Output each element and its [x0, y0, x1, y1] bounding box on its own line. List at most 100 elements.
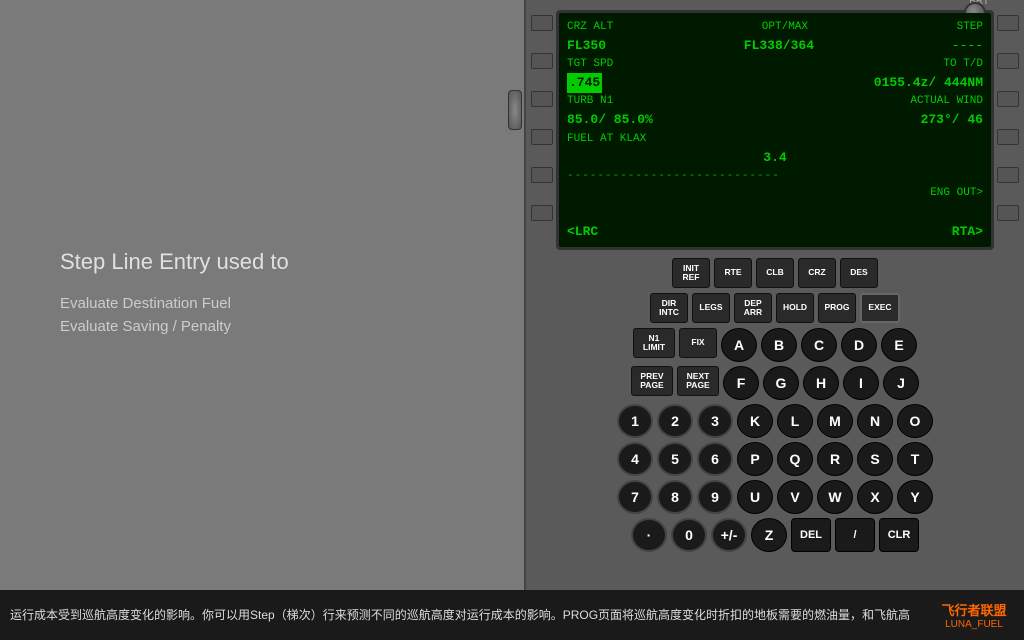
key-u[interactable]: U: [737, 480, 773, 514]
key-6[interactable]: 6: [697, 442, 733, 476]
key-row-456-p: 4 5 6 P Q R S T: [541, 442, 1009, 476]
key-dot[interactable]: ·: [631, 518, 667, 552]
left-side-knob[interactable]: [508, 90, 522, 130]
key-p[interactable]: P: [737, 442, 773, 476]
fix-button[interactable]: FIX: [679, 328, 717, 358]
clr-button[interactable]: CLR: [879, 518, 919, 552]
screen-line-11: [567, 202, 983, 222]
key-7[interactable]: 7: [617, 480, 653, 514]
screen-line-5: TURB N1 ACTUAL WIND: [567, 93, 983, 110]
des-button[interactable]: DES: [840, 258, 878, 288]
step-line-title: Step Line Entry used to: [60, 249, 460, 275]
lsk-l1[interactable]: [531, 15, 553, 31]
key-w[interactable]: W: [817, 480, 853, 514]
key-a[interactable]: A: [721, 328, 757, 362]
fmc-screen: CRZ ALT OPT/MAX STEP FL350 FL338/364 ---…: [559, 13, 991, 247]
key-m[interactable]: M: [817, 404, 853, 438]
fmc-device: B R T CRZ ALT OPT/MAX STEP FL350 FL338/364…: [524, 0, 1024, 590]
keyboard-area: INITREF RTE CLB CRZ DES DIRINTC LEGS DEP…: [541, 258, 1009, 575]
lsk-r6[interactable]: [997, 205, 1019, 221]
key-x[interactable]: X: [857, 480, 893, 514]
key-2[interactable]: 2: [657, 404, 693, 438]
key-row-123-k: 1 2 3 K L M N O: [541, 404, 1009, 438]
key-o[interactable]: O: [897, 404, 933, 438]
key-d[interactable]: D: [841, 328, 877, 362]
clb-button[interactable]: CLB: [756, 258, 794, 288]
key-5[interactable]: 5: [657, 442, 693, 476]
key-s[interactable]: S: [857, 442, 893, 476]
key-v[interactable]: V: [777, 480, 813, 514]
lsk-l2[interactable]: [531, 53, 553, 69]
key-g[interactable]: G: [763, 366, 799, 400]
lsk-right-group: [997, 15, 1019, 221]
lsk-r4[interactable]: [997, 129, 1019, 145]
key-q[interactable]: Q: [777, 442, 813, 476]
key-z[interactable]: Z: [751, 518, 787, 552]
key-0[interactable]: 0: [671, 518, 707, 552]
key-row-789-u: 7 8 9 U V W X Y: [541, 480, 1009, 514]
slash-button[interactable]: /: [835, 518, 875, 552]
next-page-button[interactable]: NEXTPAGE: [677, 366, 719, 396]
lsk-r3[interactable]: [997, 91, 1019, 107]
init-ref-button[interactable]: INITREF: [672, 258, 710, 288]
screen-line-4: .745 0155.4z/ 444NM: [567, 73, 983, 93]
key-3[interactable]: 3: [697, 404, 733, 438]
key-plusminus[interactable]: +/-: [711, 518, 747, 552]
bullet-2: Evaluate Saving / Penalty: [60, 318, 460, 335]
key-row-page-f: PREVPAGE NEXTPAGE F G H I J: [541, 366, 1009, 400]
dep-arr-button[interactable]: DEPARR: [734, 293, 772, 323]
rte-button[interactable]: RTE: [714, 258, 752, 288]
lsk-left-group: [531, 15, 553, 221]
lsk-r5[interactable]: [997, 167, 1019, 183]
key-c[interactable]: C: [801, 328, 837, 362]
key-b[interactable]: B: [761, 328, 797, 362]
crz-button[interactable]: CRZ: [798, 258, 836, 288]
lsk-r1[interactable]: [997, 15, 1019, 31]
exec-button[interactable]: EXEC: [860, 293, 900, 323]
bottom-sublabel: LUNA_FUEL: [945, 619, 1003, 630]
screen-line-8: 3.4: [567, 148, 983, 168]
n1-limit-button[interactable]: N1LIMIT: [633, 328, 675, 358]
bottom-logo: 飞行者联盟: [941, 600, 1006, 619]
lsk-l4[interactable]: [531, 129, 553, 145]
key-h[interactable]: H: [803, 366, 839, 400]
key-i[interactable]: I: [843, 366, 879, 400]
screen-line-9: ----------------------------: [567, 168, 983, 185]
screen-line-2: FL350 FL338/364 ----: [567, 36, 983, 56]
key-1[interactable]: 1: [617, 404, 653, 438]
key-l[interactable]: L: [777, 404, 813, 438]
prev-page-button[interactable]: PREVPAGE: [631, 366, 673, 396]
key-e[interactable]: E: [881, 328, 917, 362]
dir-intc-button[interactable]: DIRINTC: [650, 293, 688, 323]
hold-button[interactable]: HOLD: [776, 293, 814, 323]
lsk-l5[interactable]: [531, 167, 553, 183]
key-t[interactable]: T: [897, 442, 933, 476]
key-k[interactable]: K: [737, 404, 773, 438]
key-row-n1-a: N1LIMIT FIX A B C D E: [541, 328, 1009, 362]
screen-line-7: FUEL AT KLAX: [567, 131, 983, 148]
legs-button[interactable]: LEGS: [692, 293, 730, 323]
screen-line-10: ENG OUT>: [567, 185, 983, 202]
left-panel: Step Line Entry used to Evaluate Destina…: [0, 0, 520, 590]
key-j[interactable]: J: [883, 366, 919, 400]
key-f[interactable]: F: [723, 366, 759, 400]
key-row-special: · 0 +/- Z DEL / CLR: [541, 518, 1009, 552]
key-4[interactable]: 4: [617, 442, 653, 476]
screen-bezel: BRT CRZ ALT OPT/MAX STEP FL350 FL338/364…: [556, 10, 994, 250]
key-r[interactable]: R: [817, 442, 853, 476]
bullet-1: Evaluate Destination Fuel: [60, 295, 460, 312]
screen-line-3: TGT SPD TO T/D: [567, 56, 983, 73]
screen-line-12: <LRC RTA>: [567, 222, 983, 242]
key-n[interactable]: N: [857, 404, 893, 438]
key-y[interactable]: Y: [897, 480, 933, 514]
lsk-l3[interactable]: [531, 91, 553, 107]
prog-button[interactable]: PROG: [818, 293, 856, 323]
lsk-r2[interactable]: [997, 53, 1019, 69]
bottom-text: 运行成本受到巡航高度变化的影响。你可以用Step（梯次）行来预测不同的巡航高度对…: [10, 607, 926, 624]
key-9[interactable]: 9: [697, 480, 733, 514]
del-button[interactable]: DEL: [791, 518, 831, 552]
func-row-1: INITREF RTE CLB CRZ DES: [541, 258, 1009, 288]
key-8[interactable]: 8: [657, 480, 693, 514]
bottom-bar: 运行成本受到巡航高度变化的影响。你可以用Step（梯次）行来预测不同的巡航高度对…: [0, 590, 1024, 640]
lsk-l6[interactable]: [531, 205, 553, 221]
